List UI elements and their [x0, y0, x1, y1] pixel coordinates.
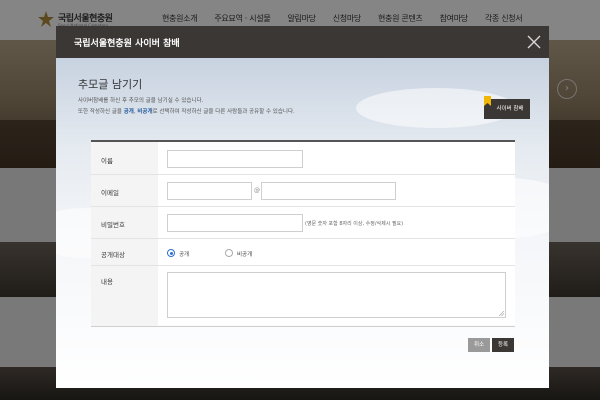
cyber-tribute-modal: 국립서울현충원 사이버 참배 추모글 남기기 사이버참배를 하신 후 추모의 글… [56, 26, 549, 388]
email-label: 이메일 [101, 189, 119, 197]
visibility-public-radio[interactable] [167, 249, 175, 257]
cancel-button[interactable]: 취소 [468, 338, 490, 352]
description-line-1: 사이버참배를 하신 후 추모의 글을 남기실 수 있습니다. [78, 98, 204, 104]
resize-handle-icon[interactable] [499, 311, 504, 316]
modal-title: 국립서울현충원 사이버 참배 [74, 39, 180, 49]
section-title: 추모글 남기기 [78, 78, 143, 91]
submit-button[interactable]: 등록 [492, 338, 514, 352]
modal-header: 국립서울현충원 사이버 참배 [56, 26, 549, 58]
desc-public: 공개 [123, 109, 134, 115]
visibility-label: 공개대상 [101, 251, 125, 259]
password-input[interactable] [167, 214, 303, 232]
visibility-private-label[interactable]: 비공개 [237, 250, 252, 258]
bookmark-icon [484, 96, 491, 106]
password-hint: (영문 숫자 포함 8자리 이상, 수정/삭제시 필요) [305, 221, 404, 227]
desc-private: 비공개 [137, 109, 153, 115]
content-label: 내용 [101, 278, 113, 286]
form-row-content: 내용 [91, 266, 515, 327]
content-textarea[interactable] [167, 272, 506, 318]
visibility-public-label[interactable]: 공개 [179, 250, 189, 258]
form-row-name: 이름 [91, 142, 515, 175]
email-domain-input[interactable] [261, 182, 396, 200]
description-line-2: 또한 작성하신 글을 공개, 비공개로 선택하여 작성하신 글을 다른 사람들과… [78, 107, 295, 115]
tribute-form: 이름 이메일 @ 비밀번호 (영문 숫자 포함 8자리 이상, 수정/삭제시 필… [91, 140, 515, 327]
label-cell [91, 266, 158, 326]
email-user-input[interactable] [167, 182, 252, 200]
name-label: 이름 [101, 157, 113, 165]
email-at-sign: @ [254, 187, 260, 194]
close-icon[interactable] [522, 30, 546, 54]
form-row-email: 이메일 @ [91, 175, 515, 207]
form-row-visibility: 공개대상 공개 비공개 [91, 239, 515, 266]
desc-text: 또한 작성하신 글을 [78, 109, 124, 115]
form-row-password: 비밀번호 (영문 숫자 포함 8자리 이상, 수정/삭제시 필요) [91, 207, 515, 239]
desc-text-end: 로 선택하여 작성하신 글을 다른 사람들과 공유할 수 있습니다. [152, 109, 295, 115]
cyber-tribute-label: 사이버 참배 [496, 106, 524, 112]
visibility-private-radio[interactable] [225, 249, 233, 257]
name-input[interactable] [167, 150, 303, 168]
password-label: 비밀번호 [101, 221, 125, 229]
